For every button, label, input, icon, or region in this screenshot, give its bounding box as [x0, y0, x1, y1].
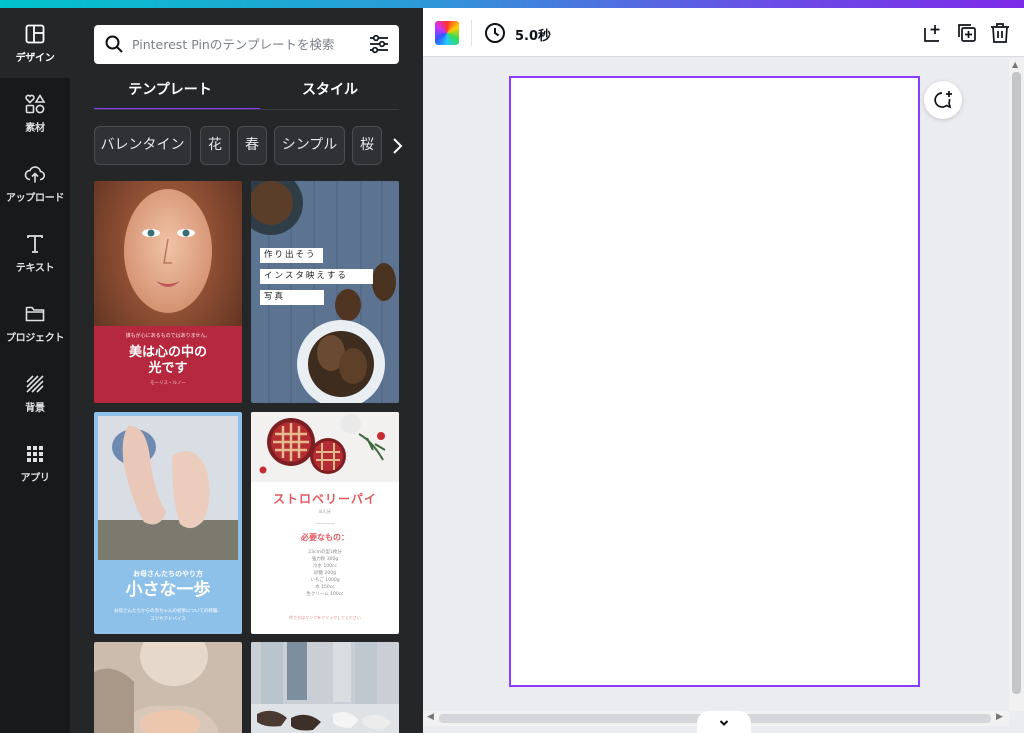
template-2-line3: 写真 [260, 290, 324, 305]
scroll-left-arrow[interactable]: ◀ [427, 712, 434, 722]
template-3-artwork [94, 412, 242, 634]
template-4-heading: 必要なもの： [301, 533, 349, 542]
keyword-chips: バレンタイン 花 春 シンプル 桜 [94, 126, 414, 166]
text-icon [27, 235, 43, 253]
chip-flower[interactable]: 花 [200, 126, 230, 165]
chip-simple[interactable]: シンプル [274, 126, 345, 165]
trash-icon[interactable] [987, 20, 1013, 46]
editor-area: 5.0秒 ▲ ◀ ▶ [423, 8, 1024, 733]
template-4-artwork [251, 412, 399, 482]
cloud-upload-icon [24, 166, 46, 183]
templates-panel: テンプレート スタイル バレンタイン 花 春 シンプル 桜 誰もが心にあるもので… [70, 8, 423, 733]
template-4-ingredient: 23cmの型1枚分 [308, 550, 342, 555]
sidebar-item-label: テキスト [15, 263, 55, 274]
duplicate-page-icon[interactable] [954, 20, 980, 46]
template-2-line2: インスタ映えする [260, 269, 373, 284]
template-4-servings: 8人分 [319, 510, 331, 515]
editor-toolbar: 5.0秒 [423, 8, 1024, 57]
chip-valentine[interactable]: バレンタイン [94, 126, 191, 165]
tab-styles[interactable]: スタイル [254, 78, 406, 110]
scroll-right-arrow[interactable]: ▶ [996, 712, 1003, 722]
sidebar-item-background[interactable]: 背景 [0, 358, 70, 428]
sidebar-item-design[interactable]: デザイン [0, 8, 70, 78]
panel-tabs: テンプレート スタイル [94, 78, 399, 110]
template-3-title: 小さな一歩 [125, 580, 211, 600]
sidebar-item-elements[interactable]: 素材 [0, 78, 70, 148]
vertical-scroll-thumb[interactable] [1012, 72, 1021, 694]
template-search-input[interactable] [132, 25, 358, 64]
template-4-ingredient: 砂糖 200g [314, 571, 336, 576]
shapes-icon [25, 93, 46, 114]
template-3-sub-line2: コツやアドバイス [150, 617, 186, 622]
template-thumbnail[interactable] [251, 642, 399, 733]
template-4-ingredient: 水 150cc [315, 585, 335, 590]
template-4-ingredient: 生クリーム 100cc [306, 592, 344, 597]
sidebar-item-uploads[interactable]: アップロード [0, 148, 70, 218]
sidebar-item-label: アプリ [20, 473, 50, 484]
tab-divider [94, 109, 399, 110]
chevron-right-icon[interactable] [385, 134, 409, 158]
color-palette-icon[interactable] [435, 21, 459, 45]
brand-gradient-bar [0, 0, 1024, 8]
add-comment-button[interactable] [924, 81, 962, 119]
template-4-ingredient: 強力粉 300g [311, 557, 339, 562]
sidebar-item-label: デザイン [15, 53, 55, 64]
template-1-title-line2: 光です [148, 361, 188, 376]
sidebar-item-label: プロジェクト [5, 333, 65, 344]
chevron-down-icon [719, 720, 729, 726]
layout-icon [25, 24, 45, 44]
template-5-artwork [94, 642, 242, 733]
template-3-sub-line1: お母さんたちからの赤ちゃんの初歩についての経験、 [114, 609, 222, 614]
template-1-footer: モーリス・ルノー [150, 381, 186, 386]
template-3-small: お母さんたちのやり方 [133, 570, 203, 578]
template-4-footer: 作り方はリンクをクリックしてください [289, 615, 361, 620]
sidebar-item-label: アップロード [5, 193, 65, 204]
template-2-line1: 作り出そう [260, 248, 323, 263]
pattern-icon [26, 375, 44, 393]
template-thumbnail[interactable]: ストロベリーパイ 8人分 必要なもの： 23cmの型1枚分 強力粉 300g 冷… [251, 412, 399, 634]
template-1-title-line1: 美は心の中の [128, 345, 207, 360]
chip-spring[interactable]: 春 [237, 126, 267, 165]
template-thumbnail[interactable]: 作り出そう インスタ映えする 写真 [251, 181, 399, 403]
toolbar-separator [471, 20, 472, 46]
chip-sakura[interactable]: 桜 [352, 126, 382, 165]
template-4-ingredients: 23cmの型1枚分 強力粉 300g 冷水 100cc 砂糖 200g いちご … [251, 549, 399, 598]
sidebar-item-apps[interactable]: アプリ [0, 428, 70, 498]
sidebar-nav: デザイン 素材 アップロード テキスト プロジェクト 背景 アプリ [0, 8, 70, 733]
filter-icon[interactable] [368, 33, 390, 55]
template-4-ingredient: 冷水 100cc [313, 564, 337, 569]
sidebar-item-label: 背景 [25, 403, 45, 414]
search-icon [105, 35, 123, 53]
sidebar-item-projects[interactable]: プロジェクト [0, 288, 70, 358]
template-thumbnail[interactable]: お母さんたちのやり方 小さな一歩 お母さんたちからの赤ちゃんの初歩についての経験… [94, 412, 242, 634]
template-search-box [94, 25, 399, 64]
sidebar-item-label: 素材 [25, 123, 45, 134]
folder-icon [25, 306, 45, 322]
apps-grid-icon [27, 446, 43, 462]
sidebar-item-text[interactable]: テキスト [0, 218, 70, 288]
template-4-title: ストロベリーパイ [273, 492, 377, 506]
template-4-divider [315, 523, 335, 524]
design-page-canvas[interactable] [509, 76, 920, 687]
show-pages-toggle[interactable] [697, 711, 751, 733]
clock-icon [485, 23, 505, 43]
template-thumbnail[interactable] [94, 642, 242, 733]
vertical-scrollbar[interactable]: ▲ [1009, 58, 1024, 711]
template-1-small: 誰もが心にあるものではありません。 [125, 333, 211, 339]
add-page-icon[interactable] [920, 20, 946, 46]
template-4-ingredient: いちご 1000g [310, 578, 340, 583]
template-6-artwork [251, 642, 399, 733]
scroll-up-arrow[interactable]: ▲ [1012, 60, 1018, 69]
comment-add-icon [934, 91, 952, 109]
timing-label: 5.0秒 [515, 29, 552, 44]
template-thumbnail[interactable]: 誰もが心にあるものではありません。 美は心の中の 光です モーリス・ルノー [94, 181, 242, 403]
tab-templates[interactable]: テンプレート [94, 78, 260, 110]
